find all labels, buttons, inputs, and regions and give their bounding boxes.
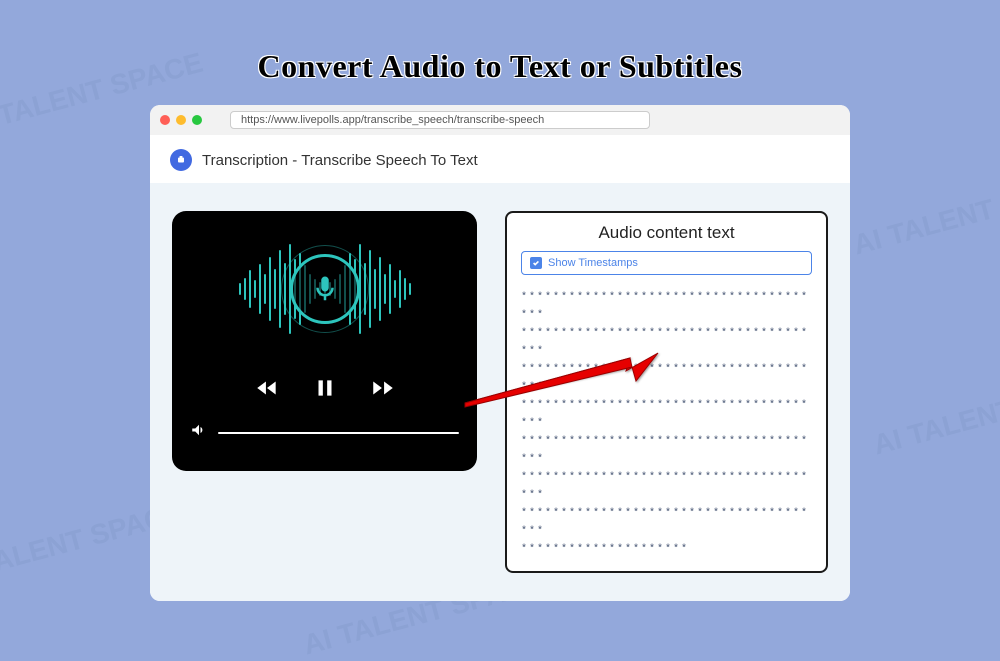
volume-icon[interactable] <box>190 421 208 444</box>
forward-button[interactable] <box>370 375 396 401</box>
browser-window: https://www.livepolls.app/transcribe_spe… <box>150 105 850 601</box>
toggle-label: Show Timestamps <box>548 257 638 269</box>
audio-player <box>172 211 477 471</box>
content-area: Audio content text Show Timestamps *****… <box>150 183 850 601</box>
url-bar[interactable]: https://www.livepolls.app/transcribe_spe… <box>230 111 650 129</box>
app-header: Transcription - Transcribe Speech To Tex… <box>150 135 850 183</box>
watermark: AI TALENT SPACE <box>870 367 1000 462</box>
page-title: Convert Audio to Text or Subtitles <box>0 48 1000 85</box>
traffic-lights <box>160 115 202 125</box>
window-title-bar: https://www.livepolls.app/transcribe_spe… <box>150 105 850 135</box>
progress-row <box>186 421 463 444</box>
watermark: AI TALENT SPACE <box>850 167 1000 262</box>
app-icon <box>170 149 192 171</box>
transcript-title: Audio content text <box>521 223 812 243</box>
app-title: Transcription - Transcribe Speech To Tex… <box>202 152 478 169</box>
pause-button[interactable] <box>312 375 338 401</box>
microphone-icon <box>290 254 360 324</box>
progress-bar[interactable] <box>218 432 459 434</box>
show-timestamps-toggle[interactable]: Show Timestamps <box>521 251 812 275</box>
maximize-window-icon[interactable] <box>192 115 202 125</box>
waveform-visualizer <box>186 229 463 349</box>
close-window-icon[interactable] <box>160 115 170 125</box>
minimize-window-icon[interactable] <box>176 115 186 125</box>
transcript-panel: Audio content text Show Timestamps *****… <box>505 211 828 573</box>
checkbox-icon <box>530 257 542 269</box>
player-controls <box>254 375 396 401</box>
transcript-body: *************************************** … <box>521 289 812 559</box>
rewind-button[interactable] <box>254 375 280 401</box>
